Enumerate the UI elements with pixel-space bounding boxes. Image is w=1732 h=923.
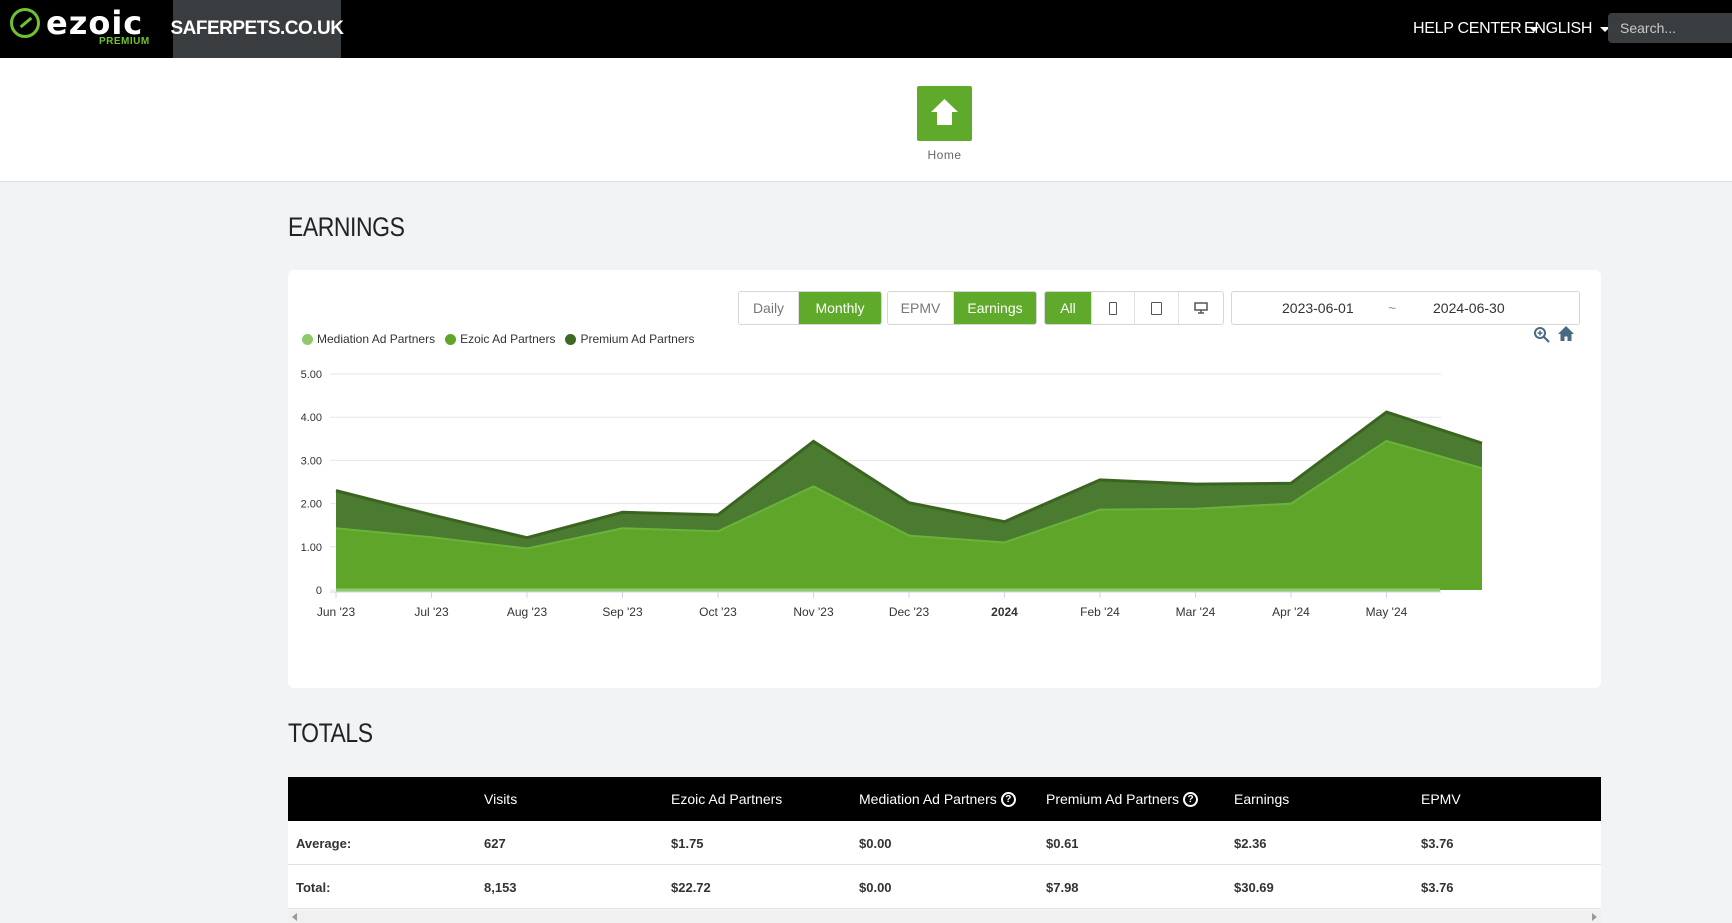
legend-label: Mediation Ad Partners: [317, 332, 436, 346]
language-menu[interactable]: ENGLISH: [1524, 0, 1611, 58]
date-separator: ~: [1388, 300, 1397, 316]
daily-button[interactable]: Daily: [739, 292, 799, 324]
help-center-label: HELP CENTER: [1413, 20, 1522, 37]
x-tick-label: Sep '23: [602, 605, 643, 619]
home-label: Home: [927, 148, 962, 162]
header-mediation-label: Mediation Ad Partners: [859, 791, 997, 807]
x-tick-label: Apr '24: [1272, 605, 1310, 619]
totals-table: Visits Ezoic Ad Partners Mediation Ad Pa…: [288, 777, 1601, 909]
header-earnings: Earnings: [1234, 791, 1290, 807]
earnings-card: 0 1.00 2.00 3.00 4.00 5.00 Jun '23 Jul '23 Aug '…: [288, 270, 1601, 688]
desktop-icon: [1194, 302, 1208, 314]
device-toggle: All: [1044, 291, 1224, 325]
legend-dot: [445, 333, 457, 345]
x-tick-label: Nov '23: [793, 605, 834, 619]
period-toggle: Daily Monthly: [738, 291, 882, 325]
header-epmv: EPMV: [1421, 791, 1461, 807]
earnings-button[interactable]: Earnings: [954, 292, 1036, 324]
help-icon[interactable]: ?: [1000, 791, 1016, 807]
header-premium: Premium Ad Partners?: [1046, 777, 1199, 821]
x-tick-label: Jun '23: [317, 605, 356, 619]
legend-dot: [565, 333, 577, 345]
zoom-in-icon[interactable]: [1533, 326, 1551, 344]
header-ezoic: Ezoic Ad Partners: [671, 791, 783, 807]
scroll-right-icon[interactable]: [1592, 913, 1597, 921]
table-header: Visits Ezoic Ad Partners Mediation Ad Pa…: [288, 777, 1601, 821]
table-row: Average: 627 $1.75 $0.00 $0.61 $2.36 $3.…: [288, 821, 1601, 865]
search-input[interactable]: [1608, 13, 1732, 43]
legend-ezoic[interactable]: Ezoic Ad Partners: [445, 332, 555, 346]
legend-mediation[interactable]: Mediation Ad Partners: [302, 332, 435, 346]
cell-epmv: $3.76: [1421, 835, 1454, 851]
desktop-button[interactable]: [1179, 292, 1223, 324]
date-range-picker[interactable]: 2023-06-01 ~ 2024-06-30: [1231, 291, 1580, 325]
mobile-icon: [1109, 301, 1117, 315]
tablet-button[interactable]: [1135, 292, 1179, 324]
y-tick-label: 0: [316, 585, 322, 597]
cell-visits: 8,153: [484, 879, 517, 895]
earnings-title: EARNINGS: [288, 212, 405, 242]
cell-visits: 627: [484, 835, 506, 851]
start-date[interactable]: 2023-06-01: [1282, 300, 1354, 316]
legend-dot: [302, 333, 313, 345]
device-all-button[interactable]: All: [1045, 292, 1092, 324]
header-visits: Visits: [484, 791, 518, 807]
y-tick-label: 5.00: [301, 369, 322, 381]
x-tick-label: Dec '23: [889, 605, 930, 619]
x-tick-label: Mar '24: [1176, 605, 1216, 619]
x-tick-label: Aug '23: [507, 605, 548, 619]
home-strip: Home: [0, 58, 1732, 182]
ezoic-logo-icon: [10, 8, 40, 38]
language-label: ENGLISH: [1524, 20, 1593, 37]
end-date[interactable]: 2024-06-30: [1433, 300, 1505, 316]
reset-zoom-home-icon[interactable]: [1557, 325, 1575, 343]
help-icon[interactable]: ?: [1183, 791, 1199, 807]
row-label: Total:: [296, 879, 331, 895]
x-tick-label: Feb '24: [1080, 605, 1120, 619]
epmv-button[interactable]: EPMV: [888, 292, 954, 324]
x-tick-label: May '24: [1366, 605, 1408, 619]
cell-mediation: $0.00: [859, 835, 892, 851]
y-tick-label: 1.00: [301, 542, 322, 554]
cell-earnings: $30.69: [1234, 879, 1274, 895]
y-tick-label: 3.00: [301, 455, 322, 467]
cell-premium: $7.98: [1046, 879, 1079, 895]
tablet-icon: [1151, 301, 1162, 315]
legend-label: Ezoic Ad Partners: [460, 332, 556, 346]
x-tick-label: 2024: [991, 605, 1018, 619]
cell-premium: $0.61: [1046, 835, 1079, 851]
cell-mediation: $0.00: [859, 879, 892, 895]
row-label: Average:: [296, 835, 352, 851]
top-bar: ezoic PREMIUM SAFERPETS.CO.UK HELP CENTE…: [0, 0, 1732, 58]
site-tab[interactable]: SAFERPETS.CO.UK: [170, 0, 344, 58]
legend-premium[interactable]: Premium Ad Partners: [565, 332, 695, 346]
header-premium-label: Premium Ad Partners: [1046, 791, 1180, 807]
y-tick-label: 4.00: [301, 412, 322, 424]
cell-epmv: $3.76: [1421, 879, 1454, 895]
header-mediation: Mediation Ad Partners?: [859, 777, 1016, 821]
cell-ezoic: $22.72: [671, 879, 711, 895]
scroll-left-icon[interactable]: [292, 913, 297, 921]
x-tick-label: Jul '23: [414, 605, 449, 619]
mobile-button[interactable]: [1092, 292, 1135, 324]
cell-earnings: $2.36: [1234, 835, 1267, 851]
monthly-button[interactable]: Monthly: [799, 292, 881, 324]
x-tick-label: Oct '23: [699, 605, 737, 619]
y-tick-label: 2.00: [301, 499, 322, 511]
metric-toggle: EPMV Earnings: [887, 291, 1037, 325]
logo-premium: PREMIUM: [99, 36, 150, 47]
table-row: Total: 8,153 $22.72 $0.00 $7.98 $30.69 $…: [288, 865, 1601, 909]
home-button[interactable]: [917, 86, 972, 141]
ezoic-logo[interactable]: ezoic PREMIUM: [10, 4, 160, 52]
chart-legend: Mediation Ad Partners Ezoic Ad Partners …: [302, 332, 705, 346]
home-icon: [931, 99, 958, 125]
cell-ezoic: $1.75: [671, 835, 704, 851]
horizontal-scrollbar[interactable]: [288, 911, 1601, 923]
help-center-menu[interactable]: HELP CENTER: [1413, 0, 1540, 58]
totals-title: TOTALS: [288, 718, 373, 748]
legend-label: Premium Ad Partners: [580, 332, 695, 346]
